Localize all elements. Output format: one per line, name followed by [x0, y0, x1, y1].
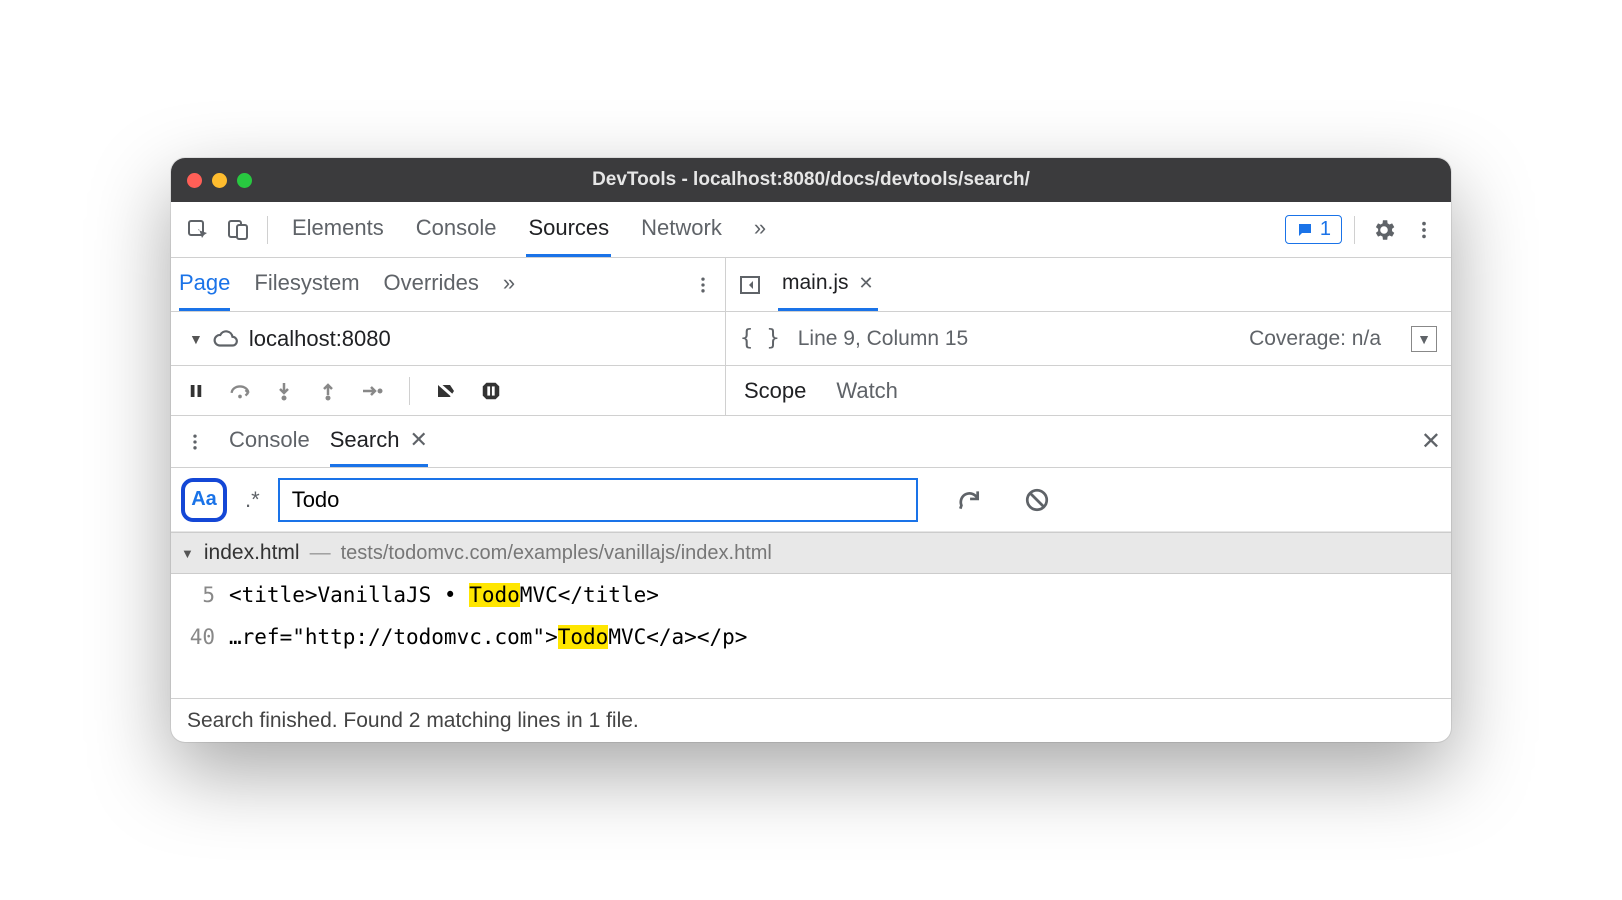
- navigator-kebab-icon[interactable]: [689, 271, 717, 299]
- pause-on-exceptions-icon[interactable]: [478, 380, 504, 402]
- result-line[interactable]: 5 <title>VanillaJS • TodoMVC</title>: [171, 574, 1451, 616]
- settings-icon[interactable]: [1367, 213, 1401, 247]
- tree-host-label: localhost:8080: [249, 326, 391, 352]
- show-navigator-icon[interactable]: [736, 271, 764, 299]
- sidebar-tabs: Scope Watch: [726, 366, 1451, 415]
- sidebar-tab-scope[interactable]: Scope: [744, 378, 806, 404]
- cloud-icon: [213, 326, 239, 352]
- main-tabs: Elements Console Sources Network »: [290, 202, 768, 257]
- kebab-menu-icon[interactable]: [1407, 213, 1441, 247]
- editor-statusbar: { } Line 9, Column 15 Coverage: n/a ▼: [726, 312, 1451, 365]
- chat-icon: [1296, 221, 1314, 239]
- match-highlight: Todo: [469, 583, 520, 607]
- drawer-tab-search-label: Search: [330, 427, 400, 453]
- titlebar: DevTools - localhost:8080/docs/devtools/…: [171, 158, 1451, 202]
- pretty-print-icon[interactable]: { }: [740, 326, 780, 351]
- clear-icon[interactable]: [1020, 483, 1054, 517]
- status-text: Search finished. Found 2 matching lines …: [187, 709, 639, 733]
- result-file-header[interactable]: ▼ index.html — tests/todomvc.com/example…: [171, 532, 1451, 574]
- close-drawer-icon[interactable]: ✕: [1421, 427, 1441, 456]
- file-tree[interactable]: ▼ localhost:8080: [171, 312, 726, 365]
- step-over-icon[interactable]: [227, 381, 253, 401]
- divider: [1354, 216, 1355, 244]
- tree-collapse-icon[interactable]: ▼: [181, 546, 194, 561]
- issues-badge[interactable]: 1: [1285, 215, 1342, 244]
- inspect-element-icon[interactable]: [181, 213, 215, 247]
- close-window-button[interactable]: [187, 173, 202, 188]
- deactivate-breakpoints-icon[interactable]: [434, 381, 460, 401]
- devtools-window: DevTools - localhost:8080/docs/devtools/…: [171, 158, 1451, 742]
- file-tab-mainjs[interactable]: main.js ✕: [778, 258, 878, 311]
- drawer-kebab-icon[interactable]: [181, 428, 209, 456]
- tab-elements[interactable]: Elements: [290, 202, 386, 257]
- regex-button[interactable]: .*: [241, 487, 264, 513]
- match-highlight: Todo: [558, 625, 609, 649]
- step-out-icon[interactable]: [315, 381, 341, 401]
- search-row: Aa .*: [171, 468, 1451, 532]
- tree-row: ▼ localhost:8080 { } Line 9, Column 15 C…: [171, 312, 1451, 366]
- debug-toolbar: [171, 366, 726, 415]
- drawer-tab-search[interactable]: Search ✕: [330, 416, 428, 467]
- minimize-window-button[interactable]: [212, 173, 227, 188]
- divider: [409, 377, 410, 405]
- result-file-name: index.html: [204, 541, 300, 565]
- drawer-tabs: Console Search ✕ ✕: [171, 416, 1451, 468]
- pause-icon[interactable]: [183, 382, 209, 400]
- result-line[interactable]: 40 …ref="http://todomvc.com">TodoMVC</a>…: [171, 616, 1451, 658]
- nav-tab-filesystem[interactable]: Filesystem: [254, 258, 359, 311]
- search-input[interactable]: [278, 478, 918, 522]
- cursor-position: Line 9, Column 15: [798, 327, 968, 351]
- editor-tabs: main.js ✕: [726, 258, 1451, 311]
- line-content: <title>VanillaJS • TodoMVC</title>: [229, 583, 659, 607]
- window-title: DevTools - localhost:8080/docs/devtools/…: [171, 169, 1451, 191]
- tree-collapse-icon[interactable]: ▼: [189, 331, 203, 347]
- maximize-window-button[interactable]: [237, 173, 252, 188]
- close-tab-icon[interactable]: ✕: [859, 273, 874, 294]
- status-bar: Search finished. Found 2 matching lines …: [171, 698, 1451, 742]
- tab-network[interactable]: Network: [639, 202, 724, 257]
- divider: [267, 216, 268, 244]
- close-drawer-tab-icon[interactable]: ✕: [409, 427, 427, 453]
- issues-count: 1: [1320, 218, 1331, 241]
- coverage-label: Coverage: n/a: [1249, 327, 1381, 351]
- main-toolbar: Elements Console Sources Network » 1: [171, 202, 1451, 258]
- nav-tab-overrides[interactable]: Overrides: [384, 258, 479, 311]
- traffic-lights: [187, 173, 252, 188]
- dropdown-icon[interactable]: ▼: [1411, 326, 1437, 352]
- drawer-tab-console[interactable]: Console: [229, 416, 310, 467]
- dash: —: [310, 541, 331, 565]
- refresh-icon[interactable]: [952, 483, 986, 517]
- secondary-row: Page Filesystem Overrides » main.js ✕: [171, 258, 1451, 312]
- debug-row: Scope Watch: [171, 366, 1451, 416]
- nav-tab-overflow-icon[interactable]: »: [503, 258, 515, 311]
- step-into-icon[interactable]: [271, 381, 297, 401]
- step-icon[interactable]: [359, 382, 385, 400]
- navigator-tabs: Page Filesystem Overrides »: [171, 258, 726, 311]
- device-toolbar-icon[interactable]: [221, 213, 255, 247]
- tab-console[interactable]: Console: [414, 202, 499, 257]
- tab-overflow-icon[interactable]: »: [752, 202, 768, 257]
- tab-sources[interactable]: Sources: [526, 202, 611, 257]
- nav-tab-page[interactable]: Page: [179, 258, 230, 311]
- match-case-button[interactable]: Aa: [181, 478, 227, 522]
- line-content: …ref="http://todomvc.com">TodoMVC</a></p…: [229, 625, 747, 649]
- line-number: 40: [181, 625, 215, 649]
- file-tab-label: main.js: [782, 271, 849, 295]
- result-file-path: tests/todomvc.com/examples/vanillajs/ind…: [341, 542, 772, 565]
- sidebar-tab-watch[interactable]: Watch: [836, 378, 898, 404]
- line-number: 5: [181, 583, 215, 607]
